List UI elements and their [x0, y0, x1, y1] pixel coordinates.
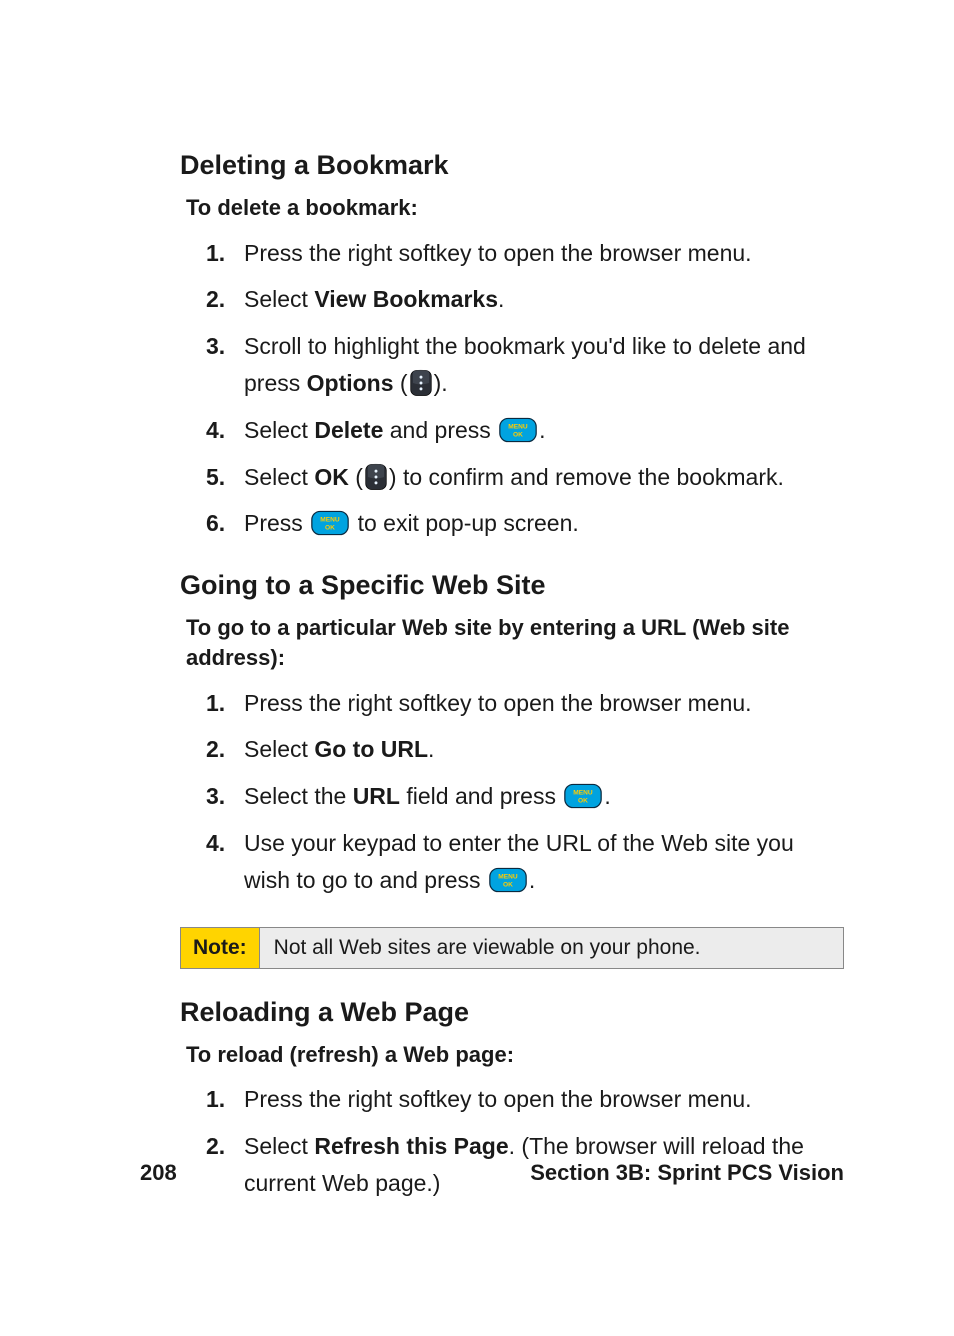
step-text: Press the right softkey to open the brow… [244, 690, 752, 716]
step-text: field and press [400, 783, 562, 809]
step-text: ). [434, 370, 448, 396]
step-text: Press the right softkey to open the brow… [244, 240, 752, 266]
keyword: Go to URL [314, 736, 428, 762]
step-text: . [428, 736, 434, 762]
step-text: to exit pop-up screen. [351, 510, 579, 536]
options-key-icon [410, 369, 432, 397]
keyword: URL [353, 783, 400, 809]
keyword: Delete [314, 417, 383, 443]
note-label: Note: [181, 928, 260, 968]
note-box: Note: Not all Web sites are viewable on … [180, 927, 844, 969]
step-text: . [604, 783, 610, 809]
step-text: Press the right softkey to open the brow… [244, 1086, 752, 1112]
lead-reloading: To reload (refresh) a Web page: [186, 1040, 844, 1070]
step-text: . [498, 286, 504, 312]
menu-ok-key-icon [499, 417, 537, 443]
step-text: ( [349, 464, 363, 490]
list-item: Select Delete and press . [206, 412, 844, 449]
heading-deleting: Deleting a Bookmark [180, 150, 844, 181]
menu-ok-key-icon [489, 867, 527, 893]
list-item: Select OK ( ) to confirm and remove the b… [206, 459, 844, 496]
keyword: OK [314, 464, 349, 490]
menu-ok-key-icon [564, 783, 602, 809]
list-item: Scroll to highlight the bookmark you'd l… [206, 328, 844, 402]
step-text: Select the [244, 783, 353, 809]
lead-deleting: To delete a bookmark: [186, 193, 844, 223]
menu-ok-key-icon [311, 510, 349, 536]
keyword: Options [307, 370, 394, 396]
list-item: Select the URL field and press . [206, 778, 844, 815]
step-text: ) to confirm and remove the bookmark. [389, 464, 784, 490]
list-item: Press the right softkey to open the brow… [206, 235, 844, 272]
step-text: Select [244, 464, 314, 490]
keyword: View Bookmarks [314, 286, 498, 312]
step-text: Select [244, 417, 314, 443]
lead-going: To go to a particular Web site by enteri… [186, 613, 844, 672]
keyword: Refresh this Page [314, 1133, 508, 1159]
steps-deleting: Press the right softkey to open the brow… [180, 235, 844, 543]
step-text: Select [244, 286, 314, 312]
step-text: ( [394, 370, 408, 396]
page-footer: 208 Section 3B: Sprint PCS Vision [0, 1160, 954, 1186]
page-number: 208 [140, 1160, 177, 1186]
options-key-icon [365, 463, 387, 491]
list-item: Press the right softkey to open the brow… [206, 1081, 844, 1118]
list-item: Press to exit pop-up screen. [206, 505, 844, 542]
document-page: Deleting a Bookmark To delete a bookmark… [0, 0, 954, 1336]
list-item: Select View Bookmarks. [206, 281, 844, 318]
list-item: Use your keypad to enter the URL of the … [206, 825, 844, 899]
heading-going: Going to a Specific Web Site [180, 570, 844, 601]
section-label: Section 3B: Sprint PCS Vision [530, 1160, 844, 1186]
list-item: Press the right softkey to open the brow… [206, 685, 844, 722]
list-item: Select Go to URL. [206, 731, 844, 768]
step-text: and press [383, 417, 497, 443]
steps-going: Press the right softkey to open the brow… [180, 685, 844, 899]
step-text: Select [244, 736, 314, 762]
step-text: Press [244, 510, 309, 536]
step-text: . [539, 417, 545, 443]
heading-reloading: Reloading a Web Page [180, 997, 844, 1028]
note-body: Not all Web sites are viewable on your p… [260, 928, 843, 968]
step-text: Select [244, 1133, 314, 1159]
step-text: . [529, 867, 535, 893]
